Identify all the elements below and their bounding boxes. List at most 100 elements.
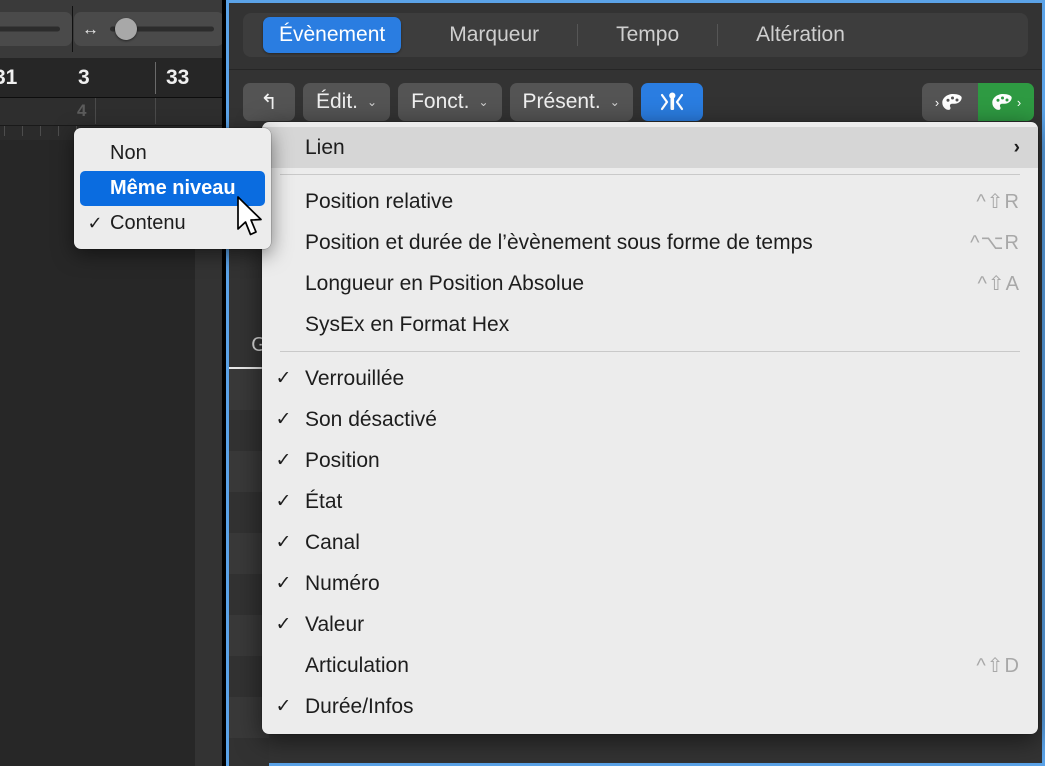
view-menu-label: Présent.: [523, 90, 601, 114]
tab-separator: [577, 24, 578, 46]
ruler-tick: [155, 62, 156, 94]
menu-item-label: SysEx en Format Hex: [305, 313, 1020, 337]
menu-item-shortcut: ^⇧D: [976, 653, 1020, 678]
midi-activity-indicators: ›: [922, 83, 1034, 121]
checkmark-icon: ✓: [262, 449, 305, 472]
menu-item-label: Durée/Infos: [305, 695, 1020, 719]
window-tabbar: Évènement Marqueur Tempo Altération: [243, 13, 1028, 57]
table-row[interactable]: [229, 738, 269, 766]
menu-item-label: Longueur en Position Absolue: [305, 272, 960, 296]
tab-label: Évènement: [279, 23, 385, 47]
checkmark-icon: ✓: [262, 613, 305, 636]
menu-separator: [280, 351, 1020, 352]
checkmark-icon: ✓: [262, 695, 305, 718]
chevron-right-icon: ›: [1017, 95, 1021, 110]
menu-separator: [280, 174, 1020, 175]
menu-item-label: État: [305, 490, 1020, 514]
ruler-mark: 33: [166, 66, 189, 90]
popup-menu-item-label: Non: [110, 142, 147, 165]
background-app-pane: ↔ 31 3 33 4: [0, 0, 227, 766]
menu-item-label: Position: [305, 449, 1020, 473]
mouse-cursor: [236, 196, 266, 242]
menu-item[interactable]: ✓Position: [262, 440, 1038, 481]
go-up-icon: ↰: [260, 90, 278, 115]
tab-separator: [717, 24, 718, 46]
slider-track: [0, 27, 60, 32]
functions-menu-label: Fonct.: [411, 90, 469, 114]
menu-item-label: Son désactivé: [305, 408, 1020, 432]
timeline-ruler-beats[interactable]: 4: [0, 98, 227, 126]
menu-item[interactable]: Articulation ^⇧D: [262, 645, 1038, 686]
menu-item-label: Verrouillée: [305, 367, 1020, 391]
view-context-menu[interactable]: Lien› Position relative ^⇧R Position et dur…: [262, 122, 1038, 734]
zoom-slider-vertical[interactable]: [0, 12, 72, 46]
functions-menu-button[interactable]: Fonct. ⌄: [398, 83, 501, 121]
menu-item[interactable]: Longueur en Position Absolue ^⇧A: [262, 263, 1038, 304]
menu-item-shortcut: ^⌥R: [970, 230, 1020, 255]
menu-item-label: Lien: [305, 136, 1014, 160]
midi-in-button[interactable]: ›: [922, 83, 978, 121]
chevron-right-icon: ›: [935, 95, 939, 110]
tab-label: Altération: [756, 23, 845, 47]
tab-label: Tempo: [616, 23, 679, 47]
edit-menu-button[interactable]: Édit. ⌄: [303, 83, 390, 121]
view-menu-button[interactable]: Présent. ⌄: [510, 83, 633, 121]
ruler-subdiv-mark: 4: [77, 101, 86, 121]
window-toolbar: ↰ Édit. ⌄ Fonct. ⌄ Présent. ⌄: [243, 81, 1034, 123]
tab-evenement[interactable]: Évènement: [263, 17, 401, 53]
menu-item-label: Position et durée de l’èvènement sous fo…: [305, 231, 952, 255]
menu-item[interactable]: ✓Son désactivé: [262, 399, 1038, 440]
menu-item[interactable]: Position relative ^⇧R: [262, 181, 1038, 222]
midi-in-icon: [941, 93, 965, 112]
menu-item-shortcut: ^⇧A: [978, 271, 1020, 296]
popup-menu-item[interactable]: Non: [80, 136, 265, 171]
menu-item-label: Numéro: [305, 572, 1020, 596]
chevron-down-icon: ⌄: [610, 95, 620, 109]
tab-marqueur[interactable]: Marqueur: [433, 17, 555, 53]
menu-item[interactable]: ✓État: [262, 481, 1038, 522]
menu-item[interactable]: ✓Durée/Infos: [262, 686, 1038, 727]
popup-menu-item-label: Même niveau: [110, 177, 236, 200]
ruler-mark: 31: [0, 66, 17, 90]
menu-item-label: Valeur: [305, 613, 1020, 637]
menu-item[interactable]: SysEx en Format Hex: [262, 304, 1038, 345]
checkmark-icon: ✓: [262, 408, 305, 431]
screen-root: ↔ 31 3 33 4: [0, 0, 1045, 766]
menu-item[interactable]: ✓Valeur: [262, 604, 1038, 645]
tab-label: Marqueur: [449, 23, 539, 47]
menu-item[interactable]: ✓Numéro: [262, 563, 1038, 604]
menu-item[interactable]: ✓Canal: [262, 522, 1038, 563]
horizontal-arrows-icon: ↔: [82, 21, 99, 38]
menu-item[interactable]: Position et durée de l’èvènement sous fo…: [262, 222, 1038, 263]
chevron-down-icon: ⌄: [478, 95, 488, 109]
menu-item[interactable]: ✓Verrouillée: [262, 358, 1038, 399]
popup-menu-item-label: Contenu: [110, 212, 186, 235]
left-toolbar: ↔: [0, 0, 227, 58]
catch-playhead-icon: [659, 90, 685, 114]
chevron-down-icon: ⌄: [367, 95, 377, 109]
menu-item-label: Articulation: [305, 654, 958, 678]
ruler-tick: [155, 98, 156, 124]
menu-item-label: Canal: [305, 531, 1020, 555]
ruler-mark: 3: [78, 66, 90, 90]
timeline-ruler-bars[interactable]: 31 3 33: [0, 58, 227, 98]
toolbar-divider: [229, 69, 1042, 70]
ruler-tick: [95, 98, 96, 124]
menu-item-label: Position relative: [305, 190, 958, 214]
go-up-button[interactable]: ↰: [243, 83, 295, 121]
toolbar-divider: [72, 6, 73, 52]
chevron-right-icon: ›: [1014, 137, 1020, 159]
checkmark-icon: ✓: [262, 490, 305, 513]
checkmark-icon: ✓: [262, 531, 305, 554]
catch-playhead-button[interactable]: [641, 83, 703, 121]
checkmark-icon: ✓: [262, 572, 305, 595]
midi-out-button[interactable]: ›: [978, 83, 1034, 121]
tab-alteration[interactable]: Altération: [740, 17, 861, 53]
checkmark-icon: ✓: [262, 367, 305, 390]
zoom-slider-horizontal[interactable]: ↔: [74, 12, 224, 46]
tab-tempo[interactable]: Tempo: [600, 17, 695, 53]
slider-knob[interactable]: [115, 18, 137, 40]
menu-item-shortcut: ^⇧R: [976, 189, 1020, 214]
menu-item[interactable]: Lien›: [262, 127, 1038, 168]
edit-menu-label: Édit.: [316, 90, 358, 114]
